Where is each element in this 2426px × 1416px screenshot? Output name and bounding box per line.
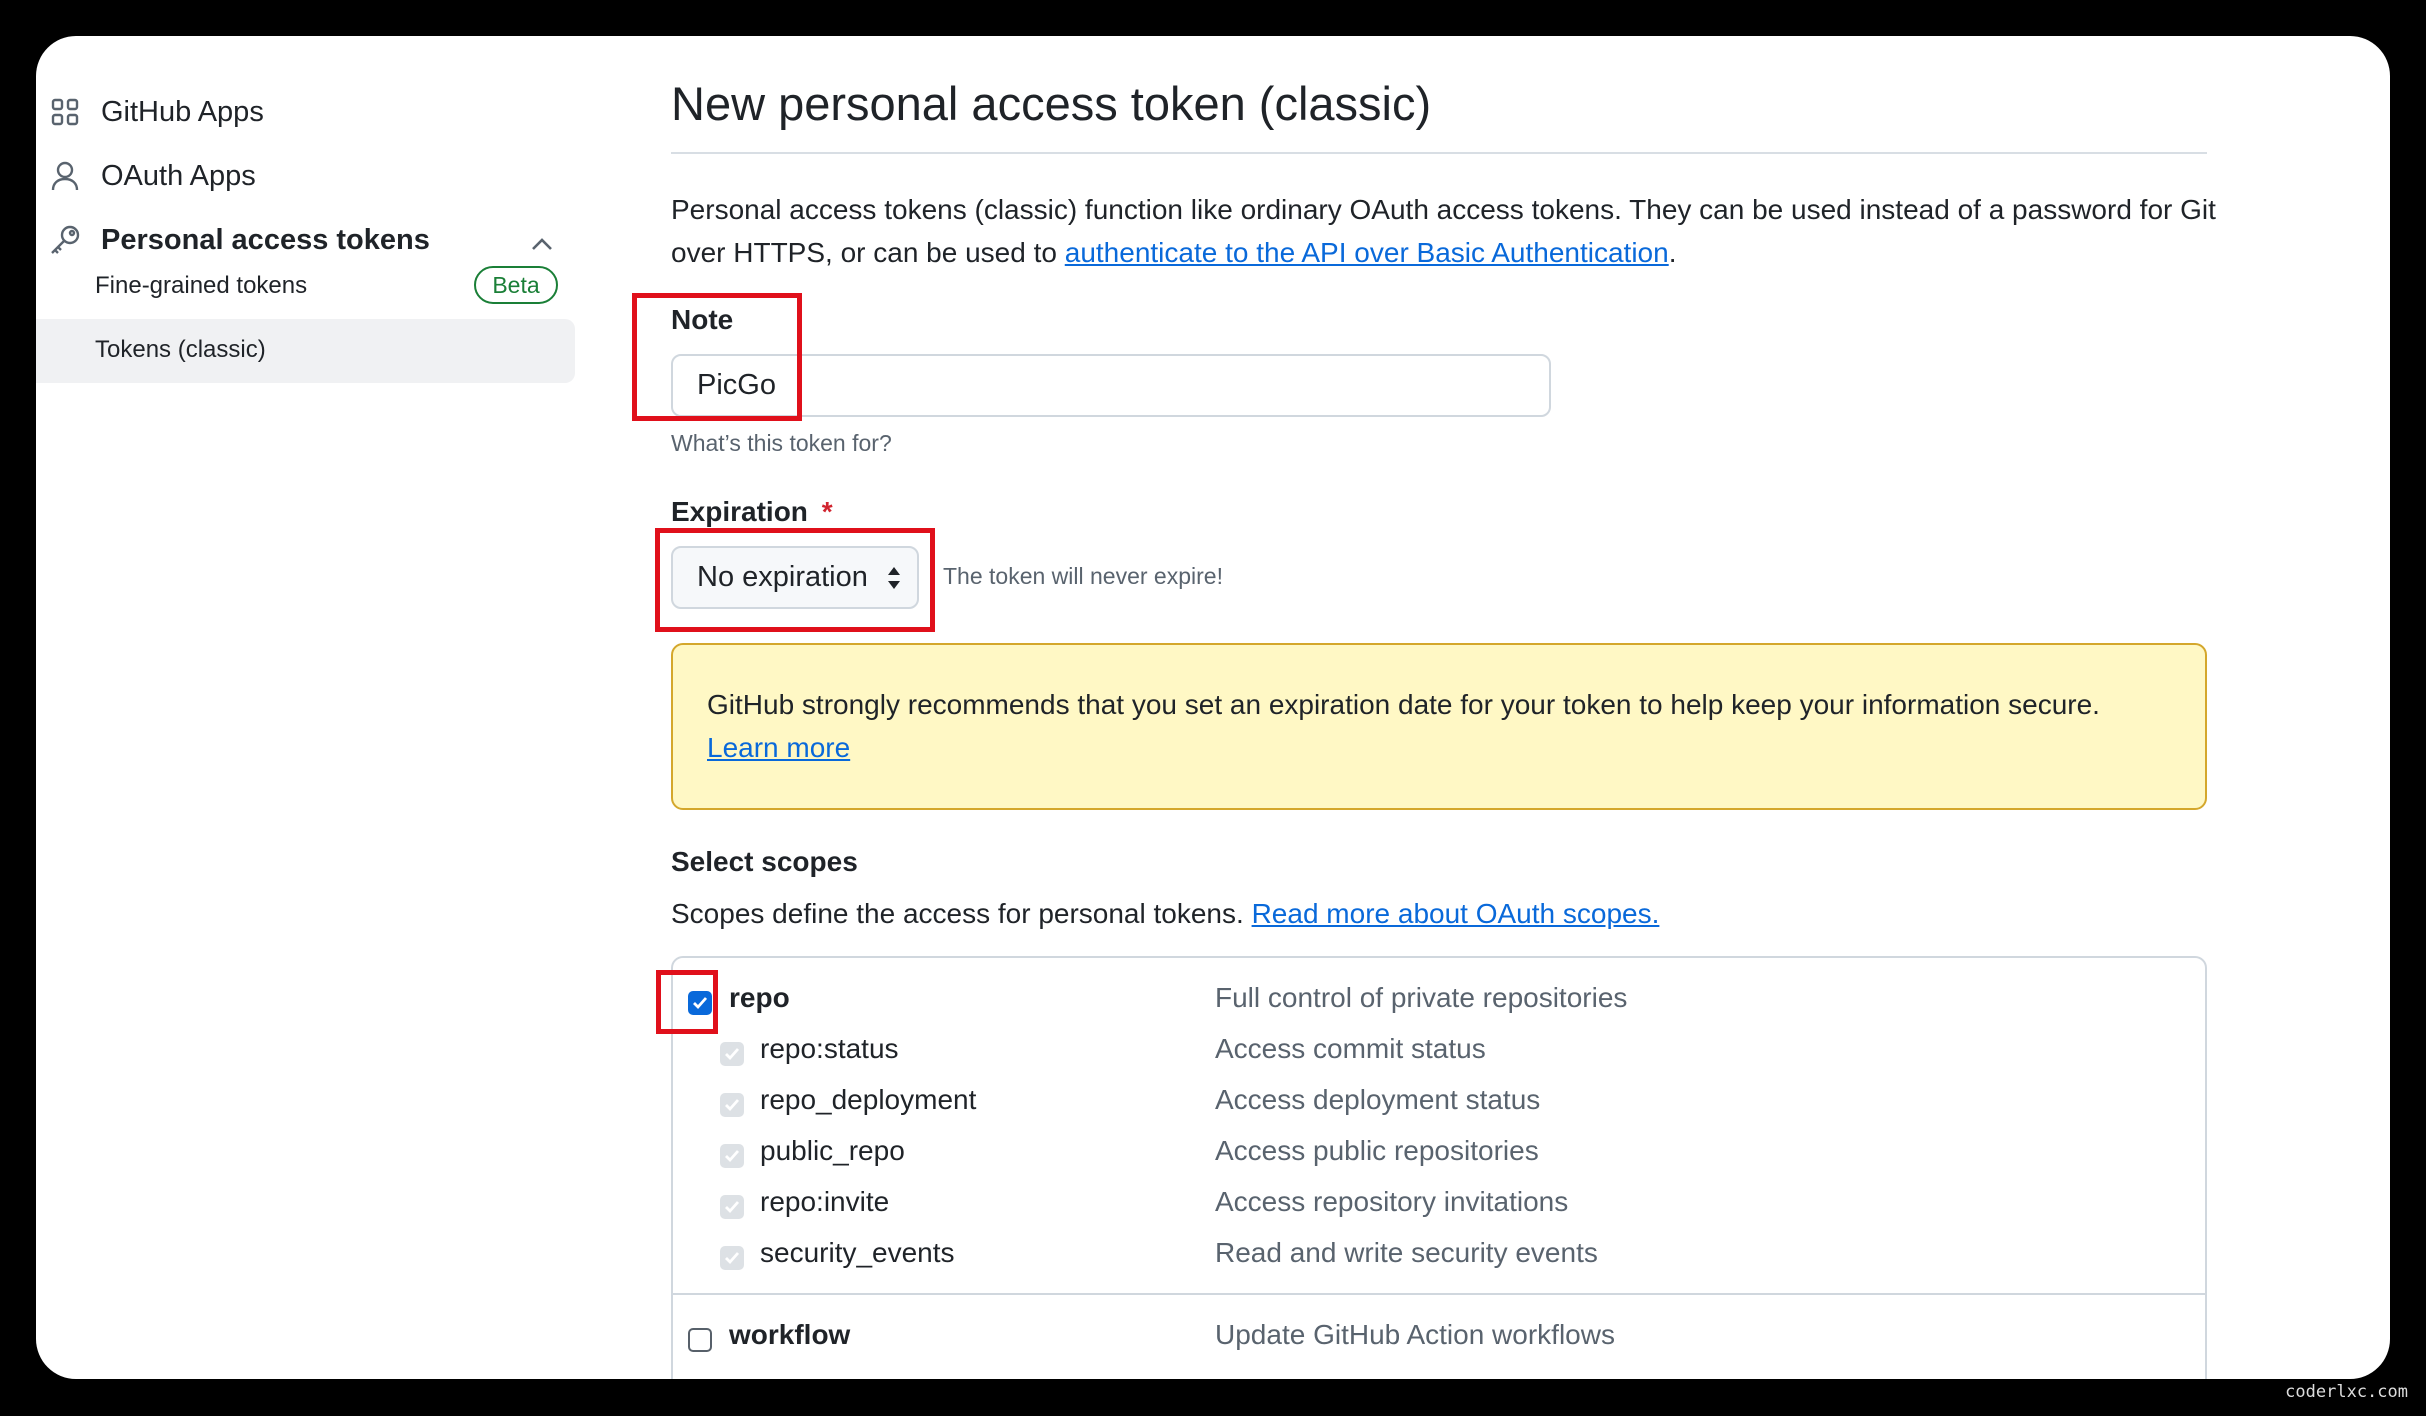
scope-desc-workflow: Update GitHub Action workflows [1215, 1319, 1615, 1350]
scope-name-public-repo: public_repo [760, 1135, 905, 1166]
watermark: coderlxc.com [2285, 1382, 2408, 1402]
scope-desc-public-repo: Access public repositories [1215, 1135, 1539, 1166]
title-divider [671, 152, 2207, 154]
expiration-label: Expiration * [671, 496, 833, 528]
flash-text: GitHub strongly recommends that you set … [707, 689, 2100, 720]
scope-name-security-events: security_events [760, 1237, 955, 1268]
sidebar-item-oauth-apps[interactable]: OAuth Apps [36, 158, 256, 194]
scope-checkbox-repo-invite[interactable] [720, 1195, 744, 1219]
sidebar-item-github-apps[interactable]: GitHub Apps [36, 94, 264, 130]
expiration-warning-flash: GitHub strongly recommends that you set … [671, 643, 2207, 810]
required-mark: * [821, 496, 833, 527]
sidebar-item-label: GitHub Apps [101, 95, 264, 128]
scope-checkbox-repo-status[interactable] [720, 1042, 744, 1066]
scopes-list [671, 956, 2207, 1379]
scopes-intro: Scopes define the access for personal to… [671, 898, 1659, 930]
scope-desc-repo-deployment: Access deployment status [1215, 1084, 1541, 1115]
scope-desc-security-events: Read and write security events [1215, 1237, 1598, 1268]
scope-name-repo: repo [729, 982, 790, 1013]
beta-badge: Beta [474, 266, 558, 304]
annotation-box-expiration [655, 528, 935, 632]
scope-desc-repo-status: Access commit status [1215, 1033, 1486, 1064]
scope-name-workflow: workflow [729, 1319, 851, 1350]
annotation-box-note [632, 293, 802, 421]
flash-message: GitHub strongly recommends that you set … [707, 683, 2187, 769]
intro-paragraph: Personal access tokens (classic) functio… [671, 188, 2231, 274]
sidebar-item-label: Personal access tokens [101, 223, 430, 256]
scope-checkbox-security-events[interactable] [720, 1246, 744, 1270]
scope-checkbox-public-repo[interactable] [720, 1144, 744, 1168]
scope-checkbox-repo-deployment[interactable] [720, 1093, 744, 1117]
sidebar-item-personal-access-tokens[interactable]: Personal access tokens [36, 222, 430, 258]
key-icon [47, 222, 83, 258]
apps-grid-icon [47, 94, 83, 130]
person-icon [47, 158, 83, 194]
scope-name-repo-invite: repo:invite [760, 1186, 890, 1217]
expiration-label-text: Expiration [671, 496, 808, 527]
basic-auth-link[interactable]: authenticate to the API over Basic Authe… [1065, 237, 1669, 268]
sidebar-item-fine-grained-tokens[interactable]: Fine-grained tokens [95, 272, 307, 300]
expiration-hint: The token will never expire! [943, 563, 1223, 589]
scope-desc-repo-invite: Access repository invitations [1215, 1186, 1569, 1217]
browser-window: GitHub Apps OAuth Apps Personal access t… [36, 36, 2390, 1379]
scopes-heading: Select scopes [671, 846, 858, 877]
intro-suffix: . [1668, 237, 1677, 268]
note-hint: What’s this token for? [671, 430, 892, 456]
chevron-up-icon[interactable] [530, 236, 554, 257]
scope-desc-repo: Full control of private repositories [1215, 982, 1628, 1013]
scope-name-repo-deployment: repo_deployment [760, 1084, 977, 1115]
page-title: New personal access token (classic) [671, 77, 1432, 130]
learn-more-link[interactable]: Learn more [707, 732, 850, 763]
sidebar-item-label: OAuth Apps [101, 159, 256, 192]
note-input[interactable]: PicGo [671, 354, 1551, 417]
scope-checkbox-workflow[interactable] [688, 1328, 712, 1352]
scope-name-repo-status: repo:status [760, 1033, 899, 1064]
scope-divider [673, 1293, 2205, 1295]
annotation-box-repo-checkbox [656, 970, 718, 1034]
sidebar-item-tokens-classic[interactable]: Tokens (classic) [95, 336, 266, 364]
oauth-scopes-link[interactable]: Read more about OAuth scopes. [1252, 898, 1660, 929]
scopes-intro-text: Scopes define the access for personal to… [671, 898, 1244, 929]
